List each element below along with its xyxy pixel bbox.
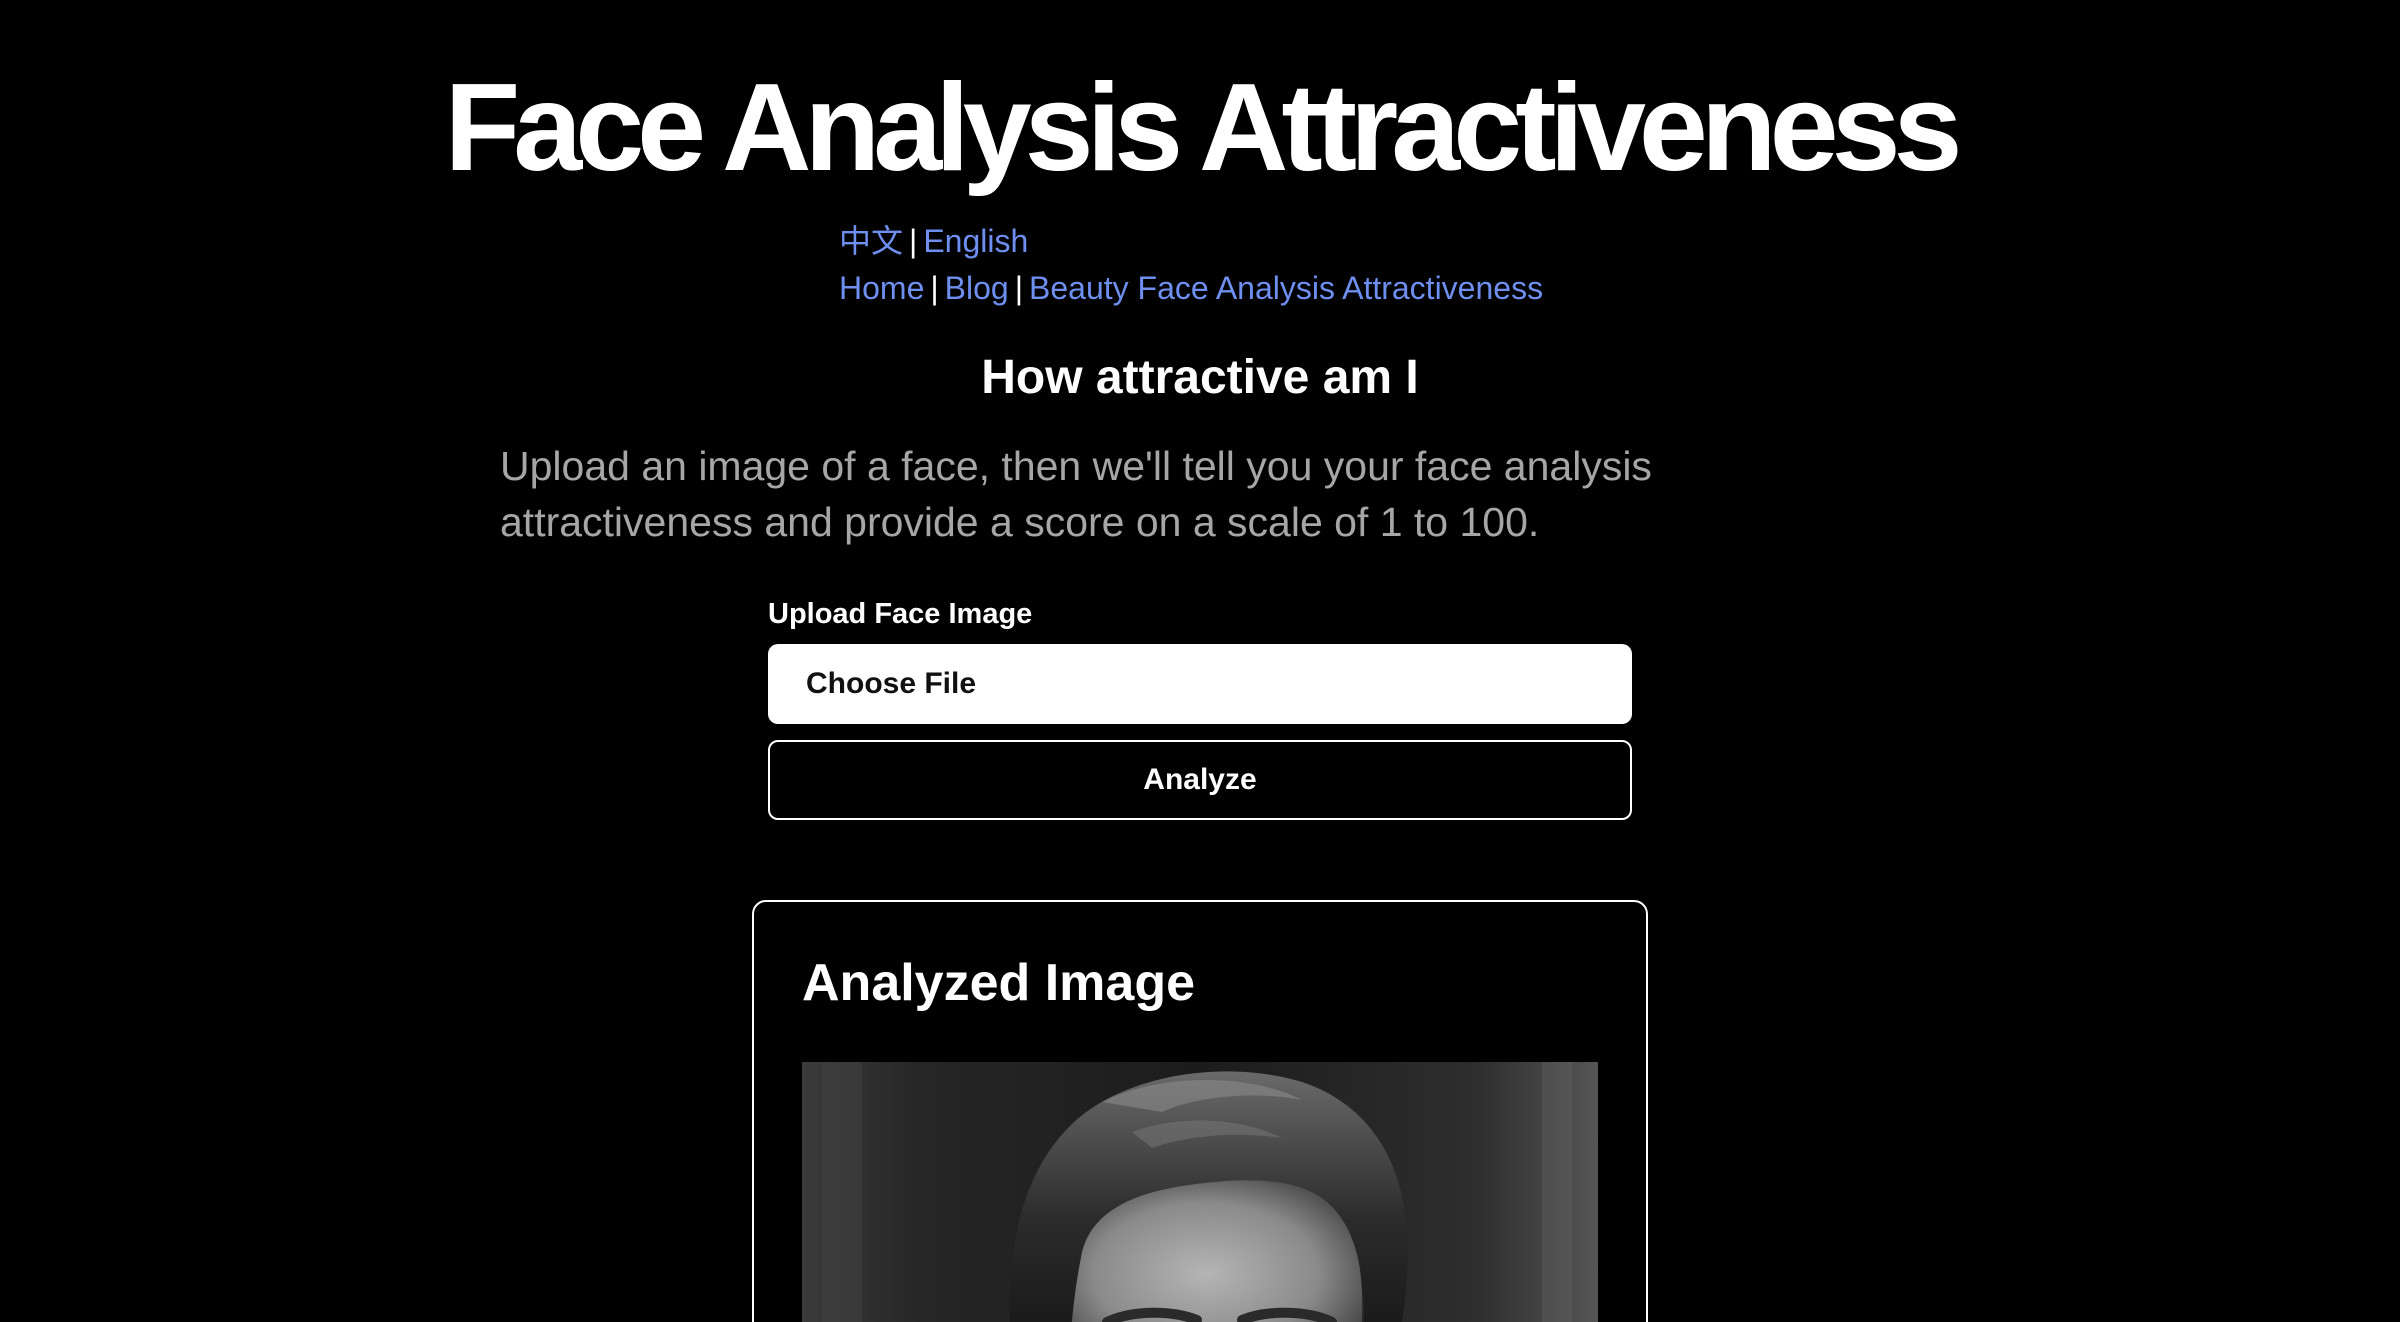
language-switcher: 中文 | English — [839, 220, 1028, 262]
file-chooser-input[interactable]: Choose File — [768, 644, 1632, 724]
face-photo-illustration — [802, 1062, 1598, 1322]
nav-link-home[interactable]: Home — [839, 270, 924, 306]
page: Face Analysis Attractiveness 中文 | English … — [0, 0, 2400, 1322]
lang-link-chinese[interactable]: 中文 — [839, 223, 903, 259]
nav-separator: | — [1014, 270, 1024, 306]
result-card: Analyzed Image — [752, 900, 1648, 1322]
upload-label: Upload Face Image — [768, 598, 1033, 630]
lang-link-english[interactable]: English — [923, 223, 1028, 259]
section-heading: How attractive am I — [981, 351, 1419, 404]
nav-link-blog[interactable]: Blog — [945, 270, 1009, 306]
analyze-button[interactable]: Analyze — [768, 740, 1632, 820]
choose-file-label: Choose File — [806, 667, 977, 700]
result-card-title: Analyzed Image — [802, 954, 1196, 1012]
nav-link-beauty-analysis[interactable]: Beauty Face Analysis Attractiveness — [1029, 270, 1543, 306]
site-nav: Home | Blog | Beauty Face Analysis Attractiv… — [839, 267, 1543, 309]
intro-description: Upload an image of a face, then we'll te… — [500, 443, 1652, 545]
page-title: Face Analysis Attractiveness — [444, 59, 1963, 197]
nav-separator: | — [930, 270, 939, 306]
lang-separator: | — [909, 223, 918, 259]
analyzed-face-image — [802, 1062, 1598, 1322]
